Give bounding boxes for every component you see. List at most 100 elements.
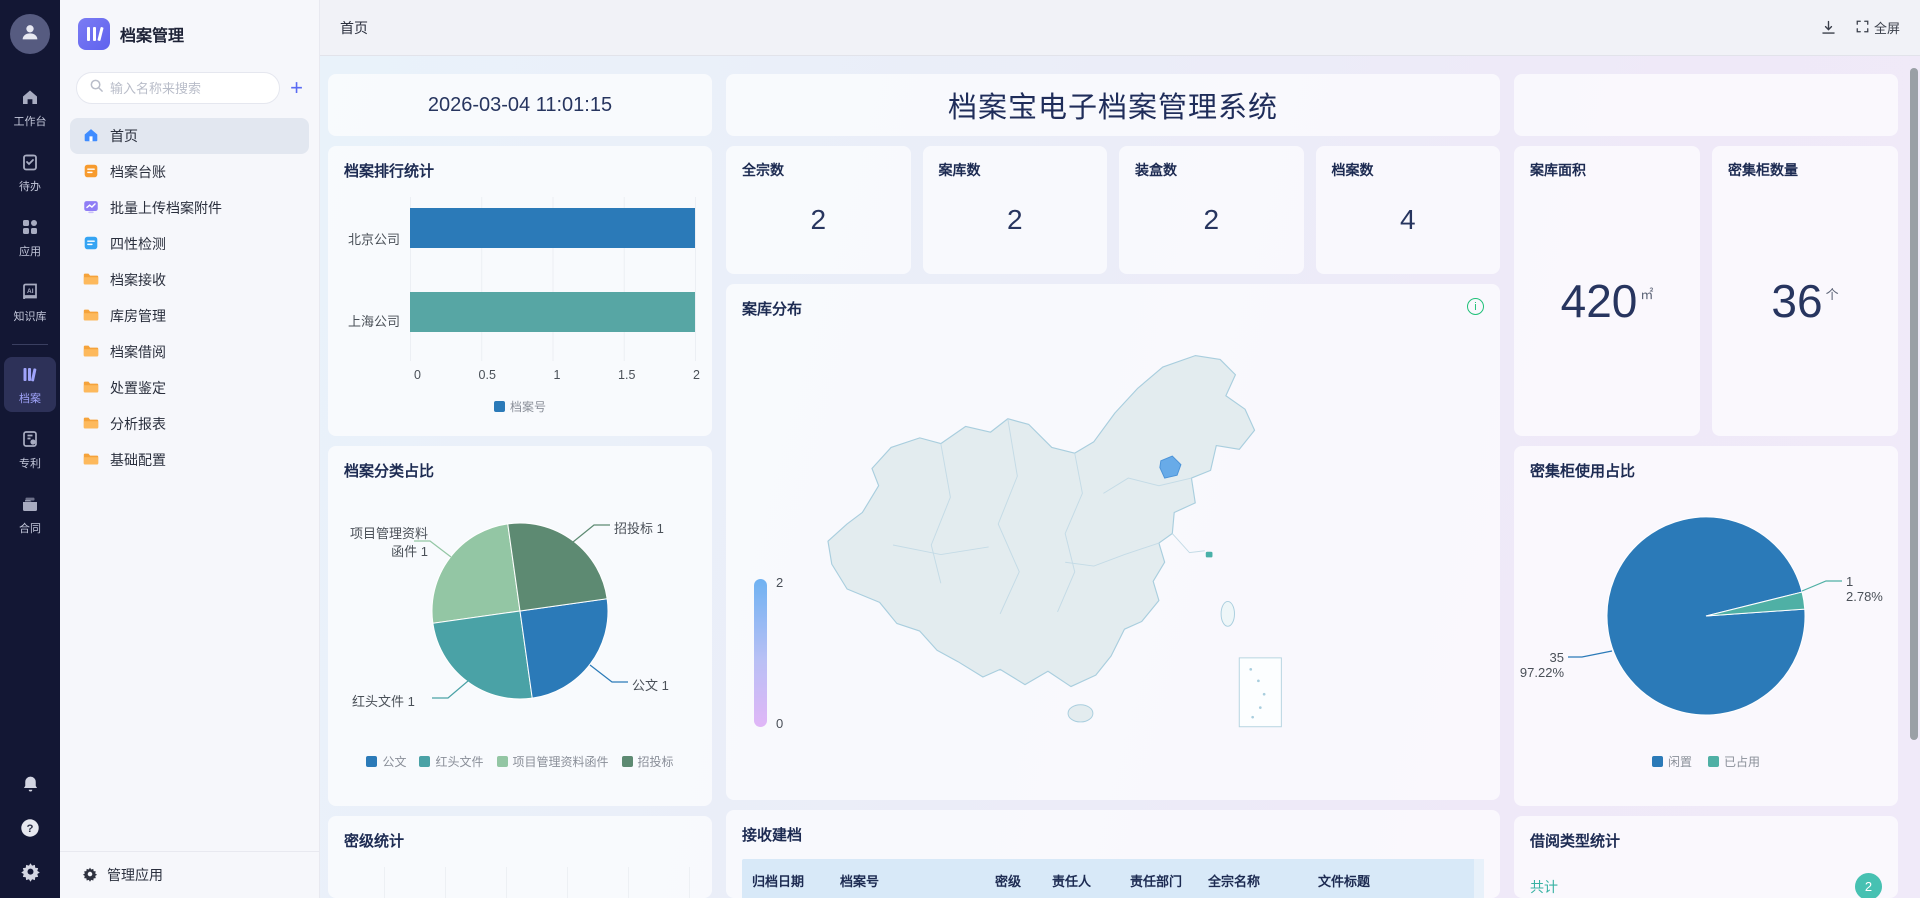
tab-home[interactable]: 首页 (340, 18, 368, 38)
legend-label: 招投标 (638, 753, 674, 770)
column-header: 责任部门 (1120, 871, 1198, 890)
menu-item-label: 档案借阅 (110, 342, 166, 362)
fullscreen-button[interactable]: 全屏 (1855, 18, 1900, 37)
map-region-shanghai[interactable] (1206, 552, 1213, 558)
vertical-scrollbar[interactable] (1910, 68, 1918, 740)
fullscreen-label: 全屏 (1874, 18, 1900, 37)
stat-card-repos: 案库数 2 (923, 146, 1108, 274)
column-header: 全宗名称 (1198, 871, 1308, 890)
sidebar-item-home[interactable]: 首页 (70, 118, 309, 154)
rail-item-label: 合同 (19, 520, 41, 536)
card-title: 借阅类型统计 (1530, 830, 1882, 851)
folder-icon (82, 378, 100, 399)
sidebar-item-four-check[interactable]: 四性检测 (70, 226, 309, 262)
rail-item-archive[interactable]: 档案 (4, 357, 56, 412)
manage-apps-button[interactable]: 管理应用 (60, 851, 319, 898)
legend-item[interactable]: 招投标 (622, 753, 674, 770)
rank-bar-chart: 北京公司 上海公司 (344, 197, 696, 361)
gear-icon (82, 866, 98, 885)
legend-item[interactable]: 项目管理资料函件 (497, 753, 609, 770)
legend-item[interactable]: 红头文件 (419, 753, 483, 770)
column-header: 密级 (985, 871, 1042, 890)
security-level-card: 密级统计 (328, 816, 712, 898)
stat-value: 4 (1332, 180, 1485, 260)
rank-chart-card: 档案排行统计 北京公司 上海公司 0 0.5 (328, 146, 712, 436)
legend-label: 红头文件 (435, 753, 483, 770)
sidebar-item-borrow[interactable]: 档案借阅 (70, 334, 309, 370)
rail-item-patent[interactable]: 专利 (4, 422, 56, 477)
app-root: 工作台 待办 应用 AI 知识库 档案 专利 合同 (0, 0, 1920, 898)
legend-max: 2 (776, 575, 783, 590)
legend-item[interactable]: 档案号 (494, 398, 546, 415)
module-sidebar: 档案管理 + 首页 档案台账 批量上传档案附件 (60, 0, 320, 898)
blue-doc-icon (82, 234, 100, 255)
cabinet-usage-card: 密集柜使用占比 1 2.78% 35 97.22% 闲置 已占用 (1514, 446, 1898, 806)
sidebar-item-batch-upload[interactable]: 批量上传档案附件 (70, 190, 309, 226)
icon-rail: 工作台 待办 应用 AI 知识库 档案 专利 合同 (0, 0, 60, 898)
search-input[interactable] (110, 81, 267, 96)
x-tick: 0 (414, 368, 421, 382)
bar-beijing[interactable] (410, 208, 695, 248)
sidebar-item-reports[interactable]: 分析报表 (70, 406, 309, 442)
gear-icon[interactable] (20, 861, 41, 882)
archive-app-logo-icon (78, 18, 110, 50)
user-avatar[interactable] (10, 14, 50, 54)
bell-icon[interactable] (20, 774, 41, 795)
repo-area-card: 案库面积 420㎡ (1514, 146, 1700, 436)
books-icon (20, 364, 40, 387)
cabinet-pie-chart: 1 2.78% 35 97.22% (1530, 485, 1882, 747)
china-map: 2 0 (742, 325, 1484, 765)
grid-icon (20, 217, 40, 240)
legend-swatch (366, 756, 377, 767)
x-tick: 1 (554, 368, 561, 382)
rail-item-workbench[interactable]: 工作台 (4, 80, 56, 135)
sidebar-item-receive[interactable]: 档案接收 (70, 262, 309, 298)
menu-item-label: 首页 (110, 126, 138, 146)
column-header: 归档日期 (742, 871, 830, 890)
orange-doc-icon (82, 162, 100, 183)
info-icon[interactable]: i (1467, 298, 1484, 315)
menu-item-label: 基础配置 (110, 450, 166, 470)
folder-icon (82, 414, 100, 435)
rail-item-label: 应用 (19, 243, 41, 259)
system-title-card: 档案宝电子档案管理系统 (726, 74, 1500, 136)
search-icon (89, 78, 104, 98)
pie-callout: 招投标 1 (614, 518, 664, 537)
module-title: 档案管理 (120, 22, 184, 46)
stat-label: 档案数 (1332, 160, 1485, 180)
folder-stack-icon (20, 494, 40, 517)
rail-item-knowledge[interactable]: AI 知识库 (4, 275, 56, 330)
help-icon[interactable]: ? (19, 817, 41, 839)
system-title: 档案宝电子档案管理系统 (948, 84, 1278, 126)
add-button[interactable]: + (290, 77, 303, 99)
legend-item[interactable]: 闲置 (1652, 753, 1692, 770)
house-icon (82, 126, 100, 147)
sidebar-item-warehouse[interactable]: 库房管理 (70, 298, 309, 334)
legend-item[interactable]: 已占用 (1708, 753, 1760, 770)
sidebar-item-ledger[interactable]: 档案台账 (70, 154, 309, 190)
sidebar-item-disposal[interactable]: 处置鉴定 (70, 370, 309, 406)
sidebar-search[interactable] (76, 72, 280, 104)
legend-swatch (494, 401, 505, 412)
svg-text:?: ? (27, 823, 34, 835)
menu-item-label: 批量上传档案附件 (110, 198, 222, 218)
bar-shanghai[interactable] (410, 292, 695, 332)
datetime-card: 2026-03-04 11:01:15 (328, 74, 712, 136)
rail-divider (12, 344, 48, 345)
rail-item-todo[interactable]: 待办 (4, 145, 56, 200)
rail-item-contract[interactable]: 合同 (4, 487, 56, 542)
sidebar-item-config[interactable]: 基础配置 (70, 442, 309, 478)
menu-item-label: 处置鉴定 (110, 378, 166, 398)
rail-item-apps[interactable]: 应用 (4, 210, 56, 265)
rail-item-label: 知识库 (14, 308, 47, 324)
x-tick: 1.5 (618, 368, 635, 382)
download-button[interactable] (1820, 19, 1837, 36)
card-title: 档案分类占比 (344, 460, 696, 481)
menu-item-label: 档案接收 (110, 270, 166, 290)
area-value: 420 (1561, 274, 1638, 328)
card-title: 接收建档 (742, 824, 1484, 845)
south-sea-inset (1239, 658, 1281, 727)
legend-item[interactable]: 公文 (366, 753, 406, 770)
folder-icon (82, 342, 100, 363)
menu-item-label: 档案台账 (110, 162, 166, 182)
